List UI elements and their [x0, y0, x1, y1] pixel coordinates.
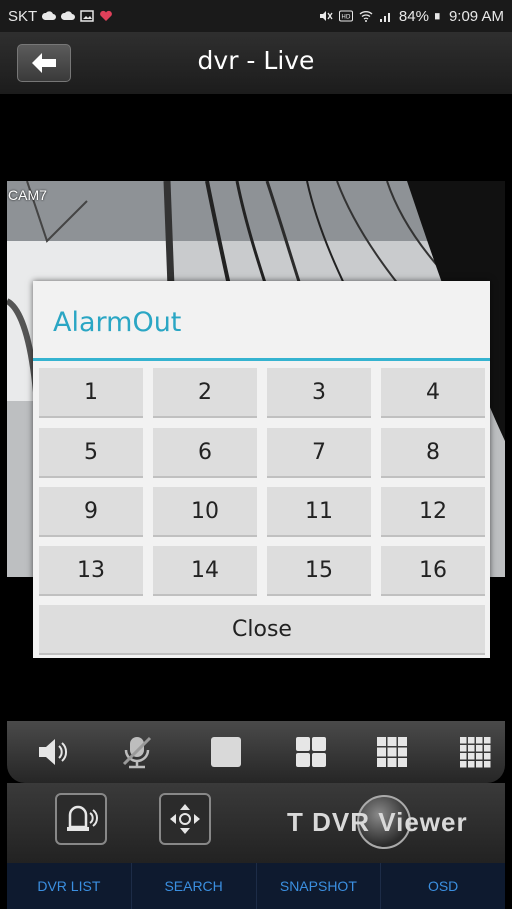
nav-search[interactable]: SEARCH [132, 863, 257, 909]
alarm-button-15[interactable]: 15 [267, 546, 371, 596]
status-bar: SKT HD 84% 9:09 AM [0, 0, 512, 32]
alarm-button-2[interactable]: 2 [153, 368, 257, 418]
mute-icon [319, 11, 333, 21]
cloud-icon [61, 11, 76, 20]
clock: 9:09 AM [448, 7, 504, 25]
alarm-button-8[interactable]: 8 [381, 428, 485, 478]
bottom-nav: DVR LIST SEARCH SNAPSHOT OSD [7, 863, 505, 909]
back-button[interactable] [17, 44, 71, 82]
speaker-icon[interactable] [35, 734, 71, 770]
cloud-icon [42, 11, 57, 20]
nav-snapshot[interactable]: SNAPSHOT [257, 863, 382, 909]
ptz-button[interactable] [159, 793, 211, 845]
wifi-icon [359, 11, 373, 22]
alarm-button-10[interactable]: 10 [153, 487, 257, 537]
alarm-button-14[interactable]: 14 [153, 546, 257, 596]
status-left: SKT [8, 8, 113, 25]
view-control-bar [7, 721, 505, 783]
signal-icon [379, 13, 390, 22]
dialog-divider [33, 358, 490, 361]
status-right: HD 84% 9:09 AM [319, 8, 504, 25]
page-title: dvr - Live [197, 46, 315, 75]
arrow-left-icon [32, 53, 56, 73]
single-view-icon[interactable] [208, 734, 244, 770]
svg-text:HD: HD [341, 14, 351, 21]
alarm-button-5[interactable]: 5 [39, 428, 143, 478]
brand-logo: T DVR Viewer [287, 807, 468, 837]
lower-panel: T DVR Viewer [7, 783, 505, 863]
heart-icon [100, 10, 113, 21]
alarm-out-dialog: AlarmOut 1 2 3 4 5 6 7 8 9 10 11 12 13 1… [33, 281, 490, 658]
alarm-button-13[interactable]: 13 [39, 546, 143, 596]
alarm-button-7[interactable]: 7 [267, 428, 371, 478]
volte-icon: HD [338, 10, 353, 22]
grid-2x2-icon[interactable] [293, 734, 329, 770]
battery-percent: 84% [398, 7, 429, 25]
alarm-button-6[interactable]: 6 [153, 428, 257, 478]
grid-4x4-icon[interactable] [457, 734, 493, 770]
alarm-button-3[interactable]: 3 [267, 368, 371, 418]
grid-3x3-icon[interactable] [374, 734, 410, 770]
close-button[interactable]: Close [39, 605, 485, 655]
image-icon [80, 10, 94, 22]
alarm-button-12[interactable]: 12 [381, 487, 485, 537]
alarm-button-9[interactable]: 9 [39, 487, 143, 537]
battery-icon [434, 13, 440, 20]
nav-osd[interactable]: OSD [381, 863, 505, 909]
alarm-out-button[interactable] [55, 793, 107, 845]
mic-off-icon[interactable] [119, 734, 155, 770]
camera-label: CAM7 [8, 187, 47, 203]
alarm-button-16[interactable]: 16 [381, 546, 485, 596]
alarm-button-1[interactable]: 1 [39, 368, 143, 418]
app-header: dvr - Live [0, 32, 512, 95]
alarm-light-icon [67, 805, 98, 831]
alarm-button-4[interactable]: 4 [381, 368, 485, 418]
ptz-move-icon [170, 804, 200, 834]
nav-dvr-list[interactable]: DVR LIST [7, 863, 132, 909]
dialog-title: AlarmOut [53, 307, 182, 338]
alarm-button-11[interactable]: 11 [267, 487, 371, 537]
carrier-label: SKT [8, 7, 38, 25]
